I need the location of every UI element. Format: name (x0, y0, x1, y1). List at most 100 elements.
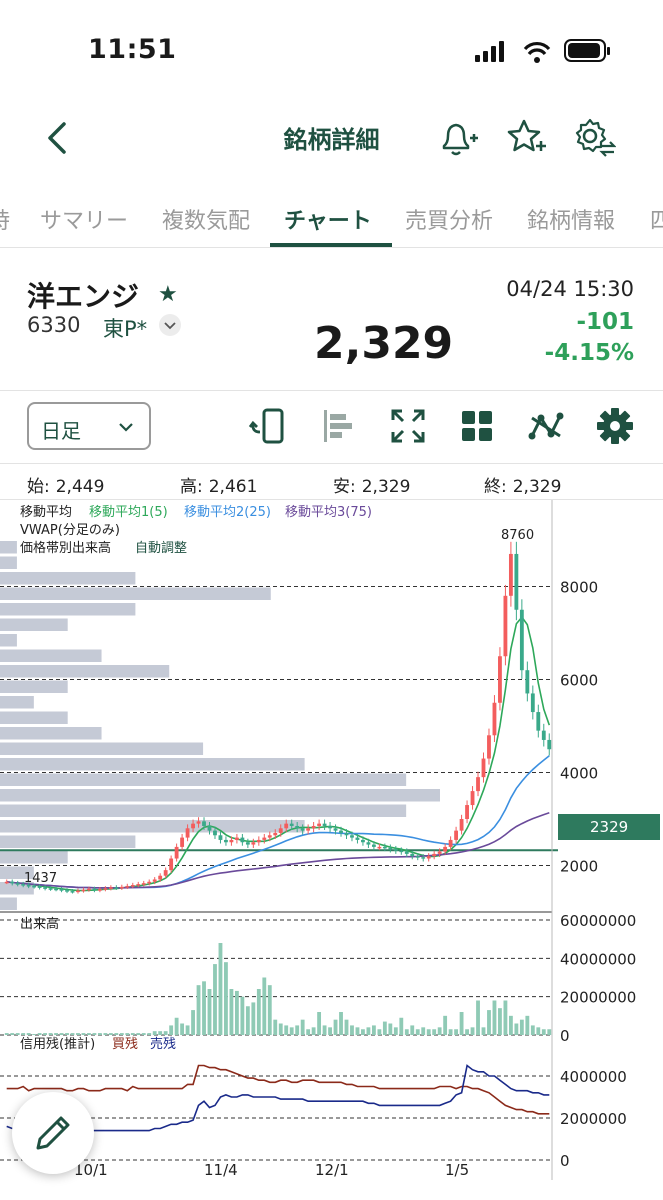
market-label[interactable]: 東P* (103, 313, 147, 343)
volume-profile-bar (0, 758, 305, 771)
candle-body (443, 846, 448, 852)
candle-body (76, 890, 80, 893)
tab-summary[interactable]: サマリー (40, 203, 128, 235)
candle-body (487, 735, 491, 759)
candle-body (278, 828, 283, 833)
chevron-down-icon[interactable] (159, 314, 181, 336)
candle-body (536, 712, 541, 731)
legend-ma: 移動平均 (20, 505, 72, 520)
volume-profile (0, 541, 440, 910)
expand-icon[interactable] (388, 406, 428, 446)
volume-bar (289, 1027, 294, 1035)
candle-body (87, 888, 91, 891)
volume-bar (114, 1033, 119, 1035)
volume-title: 出来高 (20, 916, 59, 932)
status-icons (475, 39, 610, 63)
status-time: 11:51 (88, 34, 177, 65)
margin-tick-label: 2000000 (560, 1110, 627, 1128)
candle-body (147, 881, 152, 884)
volume-bar (240, 996, 245, 1035)
volume-profile-bar (0, 789, 440, 802)
bell-add-icon[interactable] (436, 116, 480, 160)
tab-jikei[interactable]: 時 (0, 203, 10, 235)
volume-bar (48, 1033, 53, 1035)
volume-bar (350, 1025, 354, 1035)
candle-body (125, 885, 130, 888)
candle-body (514, 553, 519, 610)
volume-bar (234, 990, 239, 1035)
period-select[interactable]: 日足 (27, 402, 151, 450)
ohlc-close: 終: 2,329 (484, 472, 561, 497)
candle-body (37, 886, 42, 888)
volume-bar (54, 1033, 58, 1035)
tab-trade-analysis[interactable]: 売買分析 (405, 203, 493, 235)
volume-bar (213, 964, 217, 1035)
volume-bar (300, 1019, 305, 1035)
volume-bar (404, 1029, 409, 1035)
volume-profile-bar (0, 634, 17, 647)
grid-layout-icon[interactable] (457, 406, 497, 446)
favorite-star-icon[interactable]: ★ (158, 282, 178, 307)
chevron-down-icon (119, 423, 133, 432)
stock-code: 6330 (27, 313, 81, 337)
star-add-icon[interactable] (504, 116, 548, 160)
volume-profile-bar (0, 727, 102, 740)
volume-bar (306, 1029, 311, 1035)
candle-body (234, 837, 239, 840)
volume-bar (256, 989, 261, 1035)
volume-bar (366, 1027, 371, 1035)
candle-body (525, 670, 530, 694)
candle-body (300, 828, 305, 831)
volume-bar (152, 1031, 157, 1035)
volume-profile-bar (0, 603, 136, 616)
volume-bar (487, 1010, 491, 1035)
candle-body (530, 693, 535, 713)
volume-bar (295, 1025, 300, 1035)
price-tick-label: 2000 (560, 858, 598, 876)
rotate-phone-icon[interactable] (248, 406, 288, 446)
indicator-icon[interactable] (526, 406, 566, 446)
settings-switch-icon[interactable] (572, 116, 616, 160)
legend-ma1: 移動平均1(5) (89, 505, 168, 520)
tab-quarterly[interactable]: 四 (650, 203, 663, 235)
gear-icon[interactable] (595, 406, 635, 446)
volume-bar (355, 1027, 360, 1035)
tab-chart[interactable]: チャート (284, 203, 372, 235)
candle-body (481, 758, 486, 778)
candle-body (240, 837, 245, 843)
candle-body (224, 839, 228, 843)
volume-bar (76, 1033, 80, 1035)
volume-bar (147, 1033, 152, 1035)
low-value: 2,329 (361, 477, 411, 497)
pencil-icon (36, 1116, 70, 1150)
candle-body (284, 823, 289, 829)
tab-depth[interactable]: 複数気配 (162, 203, 250, 235)
draw-button[interactable] (12, 1092, 94, 1174)
volume-bar (465, 1029, 469, 1035)
candle-body (295, 825, 300, 829)
candle-body (59, 889, 64, 891)
volume-bar (541, 1029, 546, 1035)
open-label: 始: (27, 477, 50, 497)
bar-chart-icon[interactable] (318, 406, 358, 446)
candle-body (136, 884, 141, 886)
close-label: 終: (484, 477, 507, 497)
margin-tick-label: 4000000 (560, 1068, 627, 1086)
candle-body (97, 889, 102, 891)
high-label: 高: (180, 477, 203, 497)
candle-body (459, 819, 464, 831)
stock-chart[interactable]: 2000400060008000020000000400000006000000… (0, 500, 663, 1180)
volume-profile-bar (0, 835, 136, 848)
volume-profile-bar (0, 665, 170, 678)
candle-body (81, 889, 86, 892)
candle-body (207, 825, 212, 831)
tab-stock-info[interactable]: 銘柄情報 (527, 203, 615, 235)
candle-body (245, 842, 250, 845)
page-title: 銘柄詳細 (283, 126, 380, 154)
wifi-icon (523, 42, 551, 63)
volume-tick-label: 40000000 (560, 950, 636, 968)
candle-body (328, 825, 332, 829)
candle-body (218, 835, 223, 840)
volume-bar (174, 1017, 179, 1035)
volume-bar (525, 1015, 530, 1035)
